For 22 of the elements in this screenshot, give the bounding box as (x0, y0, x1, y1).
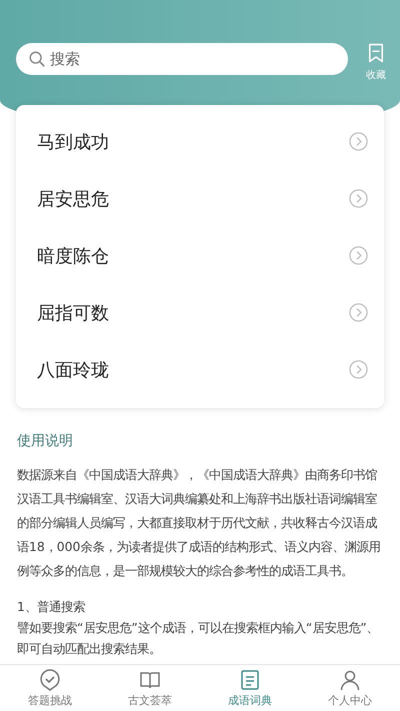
tab[interactable]: 答题挑战 (0, 665, 100, 711)
idiom-item[interactable]: 屈指可数 (16, 284, 384, 341)
chevron-right-icon (349, 246, 368, 265)
tab[interactable]: 古文荟萃 (100, 665, 200, 711)
check-badge-icon (38, 668, 62, 692)
tab[interactable]: 成语词典 (200, 665, 300, 711)
idiom-item[interactable]: 马到成功 (16, 113, 384, 170)
idiom-item[interactable]: 暗度陈仓 (16, 227, 384, 284)
chevron-right-icon (349, 360, 368, 379)
bookmark-icon (368, 43, 384, 63)
search-field[interactable]: 搜索 (16, 43, 348, 75)
chevron-right-icon (349, 189, 368, 208)
person-icon (338, 668, 362, 692)
idiom-item[interactable]: 八面玲珑 (16, 341, 384, 398)
subsection-title: 1、普通搜索 (17, 598, 86, 616)
chevron-right-icon (349, 303, 368, 322)
tab[interactable]: 个人中心 (300, 665, 400, 711)
idiom-item[interactable]: 居安思危 (16, 170, 384, 227)
intro-paragraph: 数据源来自《中国成语大辞典》，《中国成语大辞典》由商务印书馆汉语工具书编辑室、汉语大词典编纂处和上海辞书出版社语词编辑室的部分编辑人员编写，大都直接取材于历代文献，共收释古今汉语成语18，000余条，为读者提供了成语的结构形式、语义内容、渊源用例等众多的信息，是一部规模较大的综合参考性的成语工具书。 (17, 466, 382, 580)
chevron-right-icon (349, 132, 368, 151)
section-title: 使用说明 (17, 432, 74, 450)
instruction-paragraph: 譬如要搜索“居安思危”这个成语，可以在搜索框内输入“居安思危”、即可自动匹配出搜索结果。 (17, 619, 380, 658)
